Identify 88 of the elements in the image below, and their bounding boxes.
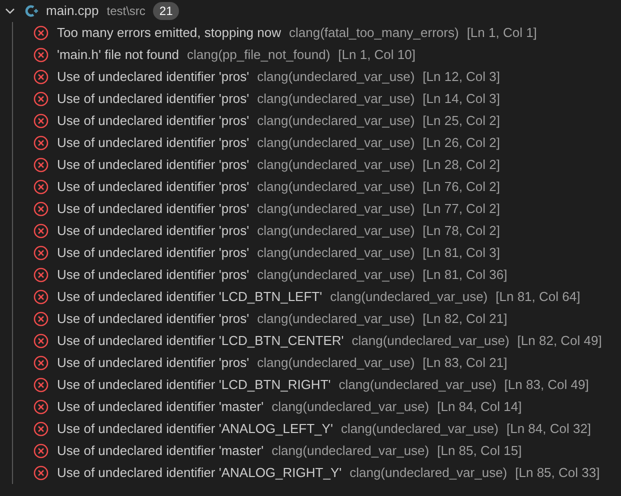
- problem-message[interactable]: Use of undeclared identifier 'ANALOG_RIGHT_Y': [57, 462, 342, 484]
- problem-source: clang(undeclared_var_use): [257, 90, 415, 108]
- error-icon: [33, 377, 49, 393]
- problem-message[interactable]: Use of undeclared identifier 'master': [57, 440, 264, 462]
- problem-location: [Ln 12, Col 3]: [422, 68, 500, 86]
- problem-message[interactable]: Use of undeclared identifier 'pros': [57, 264, 250, 286]
- problem-message[interactable]: Too many errors emitted, stopping now: [57, 22, 281, 44]
- problem-location: [Ln 77, Col 2]: [422, 200, 500, 218]
- problem-message[interactable]: Use of undeclared identifier 'LCD_BTN_LEFT': [57, 286, 322, 308]
- error-icon: [33, 201, 49, 217]
- error-icon: [33, 399, 49, 415]
- error-icon: [33, 355, 49, 371]
- problem-message[interactable]: Use of undeclared identifier 'pros': [57, 352, 250, 374]
- problem-message[interactable]: Use of undeclared identifier 'ANALOG_LEFT_Y': [57, 418, 333, 440]
- problem-count: 21: [153, 2, 179, 20]
- problem-message[interactable]: Use of undeclared identifier 'pros': [57, 198, 250, 220]
- problem-location: [Ln 14, Col 3]: [422, 90, 500, 108]
- problem-message[interactable]: Use of undeclared identifier 'pros': [57, 154, 250, 176]
- error-icon: [33, 267, 49, 283]
- problem-location: [Ln 85, Col 15]: [437, 442, 522, 460]
- problem-message[interactable]: Use of undeclared identifier 'master': [57, 396, 264, 418]
- problem-location: [Ln 78, Col 2]: [422, 222, 500, 240]
- error-icon: [33, 289, 49, 305]
- problem-location: [Ln 83, Col 21]: [422, 354, 508, 372]
- problem-location: [Ln 82, Col 21]: [422, 310, 508, 328]
- file-name[interactable]: main.cpp: [46, 0, 99, 22]
- problem-location: [Ln 26, Col 2]: [422, 134, 500, 152]
- problem-location: [Ln 76, Col 2]: [422, 178, 500, 196]
- problem-message[interactable]: Use of undeclared identifier 'pros': [57, 220, 250, 242]
- problem-location: [Ln 81, Col 64]: [496, 288, 580, 306]
- problem-source: clang(undeclared_var_use): [257, 244, 415, 262]
- error-icon: [33, 465, 49, 481]
- problem-location: [Ln 25, Col 2]: [422, 112, 500, 130]
- problem-source: clang(undeclared_var_use): [257, 266, 415, 284]
- problem-source: clang(undeclared_var_use): [257, 68, 415, 86]
- problem-location: [Ln 82, Col 49]: [517, 332, 602, 350]
- problem-source: clang(pp_file_not_found): [187, 46, 330, 64]
- file-icon: [24, 4, 38, 18]
- error-icon: [33, 157, 49, 173]
- problem-location: [Ln 1, Col 1]: [466, 24, 537, 42]
- problem-location: [Ln 84, Col 14]: [437, 398, 522, 416]
- error-icon: [33, 223, 49, 239]
- error-icon: [33, 443, 49, 459]
- problem-source: clang(undeclared_var_use): [330, 288, 488, 306]
- problem-message[interactable]: Use of undeclared identifier 'pros': [57, 66, 250, 88]
- error-icon: [33, 69, 49, 85]
- error-icon: [33, 179, 49, 195]
- error-icon: [33, 91, 49, 107]
- problem-source: clang(undeclared_var_use): [257, 310, 415, 328]
- error-icon: [33, 421, 49, 437]
- problem-source: clang(undeclared_var_use): [338, 376, 496, 394]
- problem-message[interactable]: Use of undeclared identifier 'LCD_BTN_CENTER': [57, 330, 344, 352]
- problem-source: clang(undeclared_var_use): [350, 464, 508, 482]
- problem-location: [Ln 1, Col 10]: [338, 46, 416, 64]
- problem-message[interactable]: Use of undeclared identifier 'pros': [57, 308, 250, 330]
- problem-source: clang(undeclared_var_use): [257, 134, 415, 152]
- error-icon: [33, 25, 49, 41]
- error-icon: [33, 135, 49, 151]
- problem-message[interactable]: Use of undeclared identifier 'pros': [57, 176, 250, 198]
- problem-source: clang(undeclared_var_use): [257, 222, 415, 240]
- problem-location: [Ln 81, Col 3]: [422, 244, 500, 262]
- problem-source: clang(undeclared_var_use): [257, 200, 415, 218]
- error-icon: [33, 245, 49, 261]
- problem-source: clang(undeclared_var_use): [257, 156, 415, 174]
- problem-message[interactable]: Use of undeclared identifier 'pros': [57, 88, 250, 110]
- problem-source: clang(fatal_too_many_errors): [289, 24, 459, 42]
- problem-message[interactable]: 'main.h' file not found: [57, 44, 180, 66]
- problem-location: [Ln 85, Col 33]: [515, 464, 600, 482]
- problem-source: clang(undeclared_var_use): [352, 332, 510, 350]
- problem-source: clang(undeclared_var_use): [340, 420, 498, 438]
- problem-message[interactable]: Use of undeclared identifier 'pros': [57, 110, 250, 132]
- error-icon: [33, 333, 49, 349]
- file-path: test\src: [106, 3, 146, 20]
- problem-source: clang(undeclared_var_use): [272, 442, 430, 460]
- error-icon: [33, 311, 49, 327]
- error-icon: [33, 113, 49, 129]
- problem-message[interactable]: Use of undeclared identifier 'LCD_BTN_RIGHT': [57, 374, 331, 396]
- problem-location: [Ln 83, Col 49]: [504, 376, 589, 394]
- problem-source: clang(undeclared_var_use): [257, 354, 415, 372]
- problem-source: clang(undeclared_var_use): [257, 178, 415, 196]
- problem-message[interactable]: Use of undeclared identifier 'pros': [57, 132, 250, 154]
- problem-message[interactable]: Use of undeclared identifier 'pros': [57, 242, 250, 264]
- problem-source: clang(undeclared_var_use): [257, 112, 415, 130]
- problem-location: [Ln 81, Col 36]: [422, 266, 508, 284]
- problem-location: [Ln 28, Col 2]: [422, 156, 500, 174]
- problem-location: [Ln 84, Col 32]: [506, 420, 592, 438]
- problem-source: clang(undeclared_var_use): [272, 398, 430, 416]
- error-icon: [33, 47, 49, 63]
